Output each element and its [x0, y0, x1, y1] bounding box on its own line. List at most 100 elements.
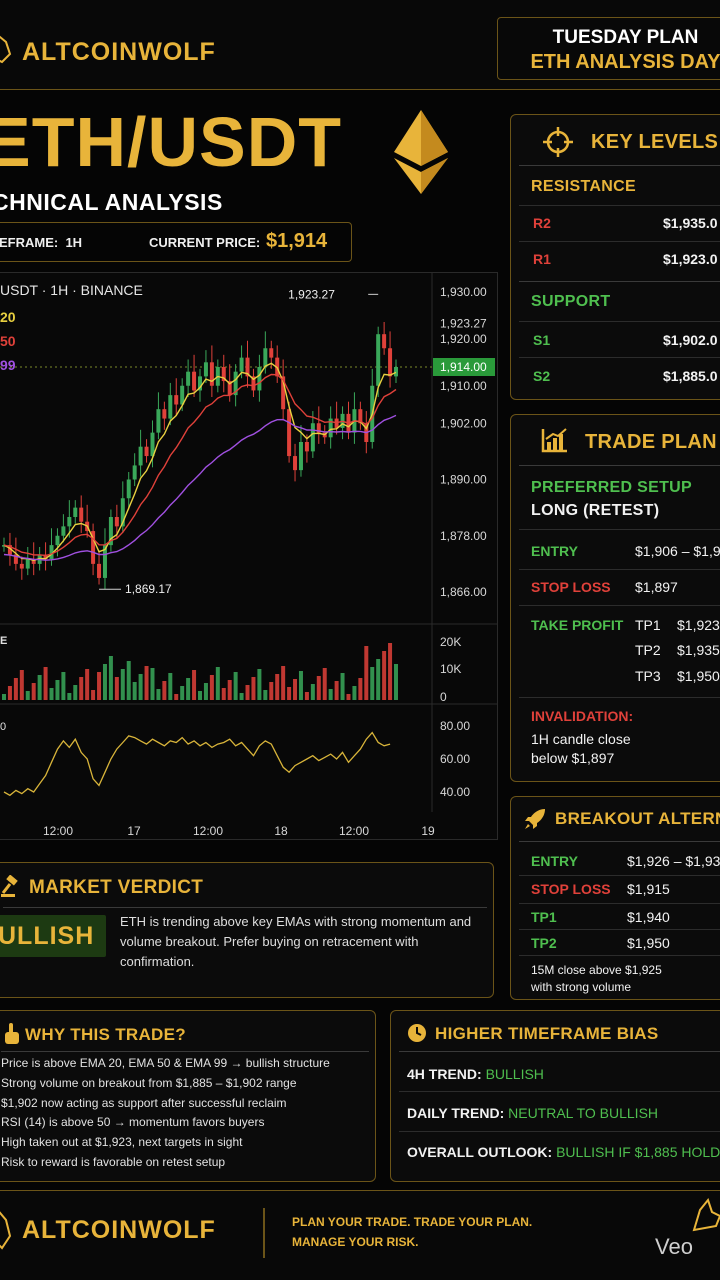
volume-bar: [239, 693, 244, 700]
volume-bar: [108, 656, 113, 700]
price-tick-label: 1,866.00: [440, 585, 487, 599]
candle-body: [394, 367, 398, 377]
volume-bar: [49, 688, 54, 700]
candle-body: [132, 465, 137, 480]
volume-bar: [263, 690, 268, 700]
trend-4h-label: 4H TREND: BULLISH: [407, 1066, 544, 1082]
volume-bar: [97, 672, 102, 700]
candle-body: [298, 442, 303, 471]
volume-bar: [346, 694, 351, 700]
trade-plan-title: TRADE PLAN: [585, 431, 717, 453]
htf-title: HIGHER TIMEFRAME BIAS: [435, 1024, 659, 1043]
hand-point-icon: [5, 1023, 19, 1044]
volume-bar: [25, 691, 30, 700]
volume-tick-label: 0: [440, 690, 447, 704]
volume-bar: [19, 670, 24, 700]
stop-loss-label: STOP LOSS: [531, 579, 611, 595]
volume-bar: [257, 669, 262, 700]
volume-bar: [37, 675, 42, 700]
why-line-6: Risk to reward is favorable on retest se…: [1, 1155, 226, 1169]
invalidation-line1: 1H candle close: [531, 731, 631, 747]
volume-bar: [73, 685, 78, 700]
volume-bar: [215, 667, 220, 700]
current-price-label: CURRENT PRICE:: [149, 235, 261, 250]
breakout-tp2-label: TP2: [531, 935, 557, 951]
volume-bar: [328, 689, 333, 700]
volume-bar: [138, 674, 143, 700]
volume-bar: [370, 667, 375, 700]
r2-value: $1,935.0: [663, 215, 718, 231]
volume-bar: [287, 687, 292, 700]
candle-body: [114, 517, 119, 527]
volume-bar: [275, 674, 280, 700]
current-price-tag-text: 1,914.00: [440, 360, 487, 374]
rsi-tick-label: 40.00: [440, 785, 470, 799]
volume-bar: [334, 681, 339, 700]
r1-value: $1,923.0: [663, 251, 718, 267]
price-chart[interactable]: 1,930.001,923.271,920.001,910.001,902.00…: [0, 272, 498, 840]
breakout-entry-value: $1,926 – $1,93: [627, 853, 720, 869]
ethereum-icon: [394, 110, 448, 194]
rocket-icon: [525, 809, 545, 829]
take-profit-label: TAKE PROFIT: [531, 617, 624, 633]
trade-plan-panel: TRADE PLAN PREFERRED SETUP LONG (RETEST)…: [510, 414, 720, 782]
r1-label: R1: [533, 251, 551, 267]
why-line-4: RSI (14) is above 50 → momentum favors b…: [1, 1115, 265, 1129]
tp1-value: $1,923: [677, 617, 720, 633]
invalidation-line2: below $1,897: [531, 750, 615, 766]
why-this-trade-title: WHY THIS TRADE?: [25, 1025, 186, 1044]
volume-label: E: [0, 635, 7, 647]
low-price-label: 1,869.17: [125, 582, 172, 596]
chart-growth-icon: [541, 428, 567, 453]
ema99-legend: 99: [0, 357, 16, 373]
candle-body: [79, 507, 84, 522]
tp2-label: TP2: [635, 642, 661, 658]
footer-tagline-1: PLAN YOUR TRADE. TRADE YOUR PLAN.: [292, 1215, 533, 1229]
plan-day-box: TUESDAY PLAN ETH ANALYSIS DAY: [497, 17, 720, 80]
volume-bar: [304, 692, 309, 700]
candle-body: [55, 535, 60, 546]
rsi-polyline: [3, 731, 391, 797]
clock-icon: [408, 1024, 426, 1042]
candle-body: [192, 371, 197, 391]
volume-bar: [180, 686, 185, 700]
volume-bar: [31, 683, 36, 700]
volume-bar: [91, 690, 96, 700]
volume-bar: [233, 672, 238, 700]
footer-tagline-2: MANAGE YOUR RISK.: [292, 1235, 419, 1249]
higher-timeframe-panel: HIGHER TIMEFRAME BIAS 4H TREND: BULLISH …: [390, 1010, 720, 1182]
ema50-legend: 50: [0, 333, 16, 349]
candle-body: [162, 409, 167, 419]
daily-trend-label: DAILY TREND: NEUTRAL TO BULLISH: [407, 1105, 659, 1121]
volume-bar: [198, 691, 202, 700]
volume-bar: [102, 664, 107, 700]
candle-body: [376, 334, 381, 386]
volume-bar: [120, 669, 125, 700]
volume-tick-label: 20K: [440, 635, 461, 649]
high-price-label: 1,923.27: [288, 287, 335, 301]
volume-bar: [388, 643, 393, 700]
volume-bar: [203, 683, 208, 700]
key-levels-panel: KEY LEVELS RESISTANCE R2 $1,935.0 R1 $1,…: [510, 114, 720, 400]
s1-label: S1: [533, 332, 551, 348]
volume-bar: [322, 668, 327, 700]
volume-bar: [352, 686, 357, 700]
candle-body: [61, 526, 66, 536]
volume-bar: [126, 661, 131, 700]
volume-bar: [55, 680, 60, 700]
time-tick-label: 12:00: [193, 824, 223, 838]
invalidation-label: INVALIDATION:: [531, 708, 634, 724]
price-tick-label: 1,910.00: [440, 379, 487, 393]
volume-bar: [310, 684, 315, 700]
volume-bar: [340, 673, 345, 700]
tp1-label: TP1: [635, 617, 661, 633]
rsi-tick-label: 80.00: [440, 719, 470, 733]
volume-bar: [209, 675, 214, 700]
volume-bar: [293, 679, 298, 700]
time-tick-label: 18: [274, 824, 288, 838]
breakout-entry-label: ENTRY: [531, 853, 578, 869]
candle-body: [388, 348, 393, 377]
entry-label: ENTRY: [531, 543, 578, 559]
volume-bar: [79, 677, 84, 700]
candle-body: [203, 362, 208, 377]
